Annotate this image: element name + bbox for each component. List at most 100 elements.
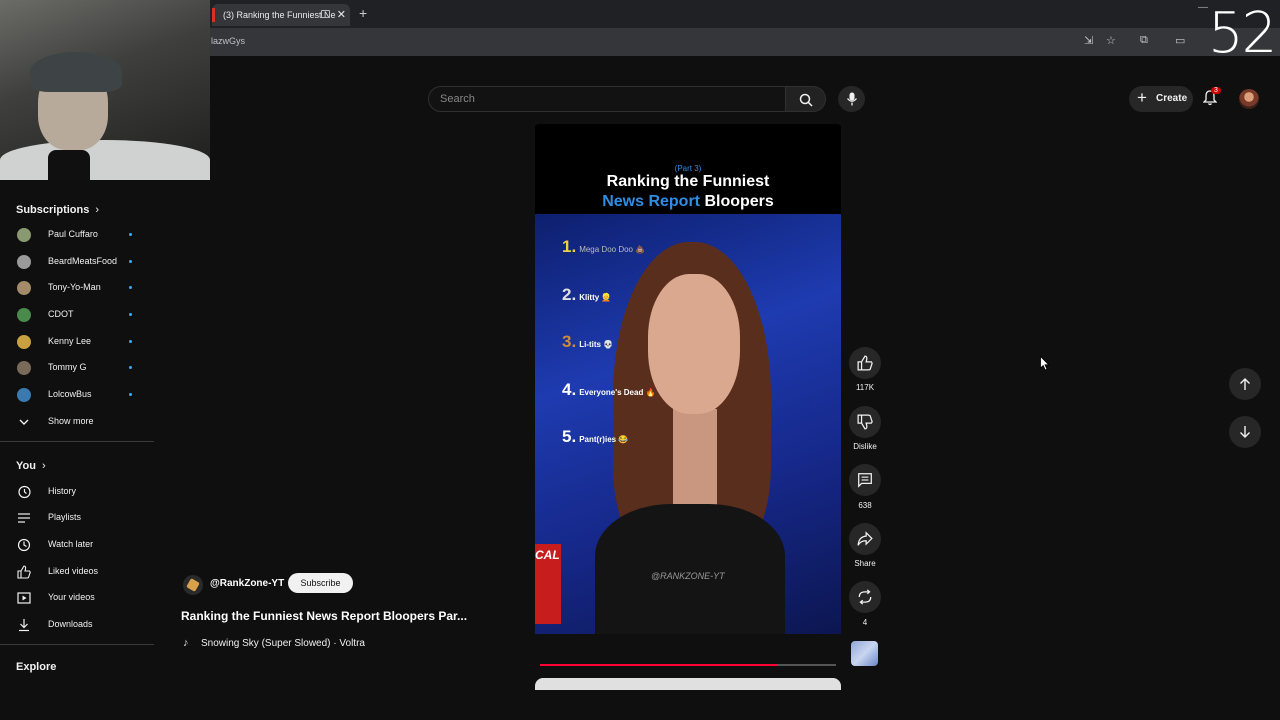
dislike-label: Dislike [853,442,877,451]
channel-avatar [17,308,31,322]
search-button[interactable] [786,86,826,112]
video-title-white: Bloopers [704,193,774,210]
like-count: 117K [855,383,875,392]
like-button[interactable] [849,347,881,379]
sidebar-divider [0,644,154,645]
minimize-icon[interactable]: — [1198,2,1208,13]
ranking-item: 3. Li-tits 💀 [562,332,613,352]
voice-search-button[interactable] [838,86,865,112]
channel-avatar[interactable] [183,575,203,595]
channel-name: CDOT [48,309,74,319]
channel-name: Tony-Yo-Man [48,282,101,292]
extensions-icon[interactable]: ⧉ [1140,34,1148,47]
nav-watch-later[interactable]: Watch later [0,532,154,558]
next-short-preview[interactable] [535,678,841,690]
create-label: Create [1156,93,1188,104]
channel-name: Paul Cuffaro [48,229,98,239]
channel-avatar [17,281,31,295]
mouse-cursor-icon [1040,356,1050,371]
tab-title: (3) Ranking the Funniest Ne [223,10,336,20]
ranking-item: 4. Everyone's Dead 🔥 [562,380,656,400]
share-label: Share [854,559,876,568]
new-content-dot [129,233,132,236]
plus-icon: + [1137,88,1147,107]
new-content-dot [129,260,132,263]
bookmark-star-icon[interactable]: ☆ [1106,34,1116,47]
subscriptions-title: Subscriptions [16,204,90,216]
subscription-item[interactable]: Kenny Lee [0,329,154,355]
search-box[interactable]: Search [428,86,786,112]
channel-name[interactable]: @RankZone-YT [210,578,284,589]
sidebar-divider [0,441,154,442]
explore-header: Explore [16,661,56,673]
account-avatar[interactable] [1239,89,1259,109]
ranking-number: 5. [562,427,577,446]
search-placeholder: Search [440,93,475,105]
channel-name: Kenny Lee [48,336,92,346]
channel-avatar [17,361,31,375]
show-more-label: Show more [48,416,94,426]
nav-liked-videos[interactable]: Liked videos [0,559,154,585]
install-app-icon[interactable]: ⇲ [1084,34,1093,47]
subscription-item[interactable]: Tommy G [0,355,154,381]
playlists-icon [18,513,30,523]
shorts-video-player[interactable]: CAL @RANKZONE-YT (Part 3) Ranking the Fu… [535,124,841,634]
side-panel-icon[interactable]: ▭ [1175,34,1185,47]
subscription-item[interactable]: LolcowBus [0,382,154,408]
you-header[interactable]: You › [16,460,46,472]
url-text[interactable]: lazwGys [211,36,245,46]
sound-thumbnail[interactable] [851,641,878,666]
new-tab-button[interactable]: + [359,5,367,21]
show-more-button[interactable]: Show more [0,409,154,435]
new-content-dot [129,313,132,316]
subscription-item[interactable]: BeardMeatsFood [0,249,154,275]
arrow-up-icon [1240,378,1250,390]
dislike-button[interactable] [849,406,881,438]
subscription-item[interactable]: Tony-Yo-Man [0,275,154,301]
nav-your-videos[interactable]: Your videos [0,585,154,611]
tab-close-icon[interactable]: ✕ [337,8,346,21]
comments-button[interactable] [849,464,881,496]
music-credit[interactable]: Snowing Sky (Super Slowed) · Voltra [201,638,365,649]
video-title-banner: (Part 3) Ranking the Funniest News Repor… [535,124,841,214]
browser-tab[interactable]: (3) Ranking the Funniest Ne ✕ [212,4,350,26]
nav-history[interactable]: History [0,479,154,505]
remix-count: 4 [862,618,868,627]
ranking-number: 2. [562,285,577,304]
ranking-number: 4. [562,380,577,399]
remix-button[interactable] [849,581,881,613]
nav-playlists[interactable]: Playlists [0,505,154,531]
subscriptions-header[interactable]: Subscriptions › [16,204,99,216]
short-title[interactable]: Ranking the Funniest News Report Blooper… [181,609,467,623]
new-content-dot [129,286,132,289]
subscription-item[interactable]: CDOT [0,302,154,328]
previous-short-button[interactable] [1229,368,1261,400]
microphone-icon [846,92,858,106]
thumbs-down-icon [857,414,873,430]
webcam-shirt [0,140,210,180]
progress-bar[interactable] [540,664,777,666]
subscribe-button[interactable]: Subscribe [288,573,353,593]
remix-icon [858,589,872,605]
nav-label: Your videos [48,592,95,602]
nav-label: Liked videos [48,566,99,576]
search-icon [799,93,813,107]
video-watermark: @RANKZONE-YT [651,571,725,581]
ranking-number: 3. [562,332,577,351]
channel-avatar [17,255,31,269]
nav-label: History [48,486,77,496]
create-button[interactable]: + Create [1129,86,1193,112]
share-button[interactable] [849,523,881,555]
chevron-right-icon: › [95,204,100,216]
nav-downloads[interactable]: Downloads [0,612,154,638]
subscription-item[interactable]: Paul Cuffaro [0,222,154,248]
next-short-button[interactable] [1229,416,1261,448]
notifications-button[interactable]: 3 [1202,87,1221,111]
channel-logo [186,578,200,592]
ranking-item: 5. Pant(r)ies 😂 [562,427,628,447]
your-videos-icon [17,592,31,604]
channel-name: Tommy G [48,362,87,372]
watch-later-icon [17,538,31,552]
ranking-label: Klitty 👱 [579,293,612,302]
video-title-line2: News Report Bloopers [535,193,841,211]
